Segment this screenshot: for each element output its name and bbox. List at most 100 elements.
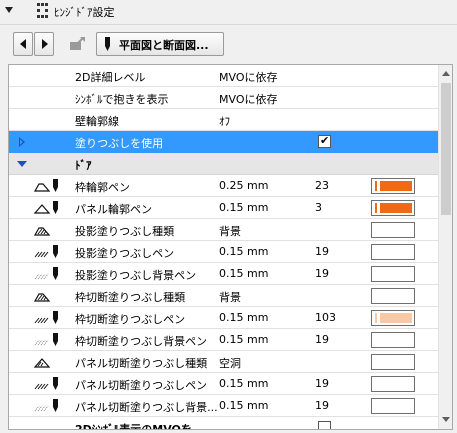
row-value[interactable]: 背景 <box>219 223 241 239</box>
row-value[interactable]: 背景 <box>219 289 241 305</box>
hatch-pen-icon <box>34 245 58 258</box>
hatch-pen-icon <box>34 311 58 324</box>
row-label: 投影塗りつぶし背景ペン <box>75 269 197 282</box>
pen-color-swatch[interactable] <box>371 244 415 260</box>
plan-section-view-label: 平面図と断面図... <box>119 39 209 52</box>
table-row[interactable]: 枠切断塗りつぶし背景ペン 0.15 mm 19 <box>9 329 438 351</box>
row-value: 0.15 mm <box>219 267 269 280</box>
pen-color-swatch[interactable] <box>371 200 415 216</box>
row-value[interactable]: 空洞 <box>219 355 241 371</box>
row-label: パネル切断塗りつぶしペン <box>75 379 208 392</box>
arrow-left-icon <box>20 39 26 49</box>
table-row[interactable]: 枠切断塗りつぶし種類 背景 <box>9 285 438 307</box>
pen-number[interactable]: 19 <box>315 399 329 412</box>
table-row[interactable]: 投影塗りつぶしペン 0.15 mm 19 <box>9 241 438 263</box>
table-row[interactable]: 枠輪郭ペン 0.25 mm 23 <box>9 175 438 197</box>
collapse-triangle-icon[interactable] <box>5 7 13 13</box>
scroll-up-arrow-icon[interactable] <box>442 71 450 76</box>
row-value: 0.15 mm <box>219 333 269 346</box>
hatch-bg-pen-icon <box>34 399 58 412</box>
previous-button[interactable] <box>13 32 33 56</box>
pen-number[interactable]: 19 <box>315 245 329 258</box>
table-row[interactable]: 2Dｼﾝﾎﾞﾙ表示のMVOを <box>9 417 438 430</box>
pen-number[interactable]: 3 <box>315 201 322 214</box>
pen-color-swatch[interactable] <box>371 310 415 326</box>
table-row[interactable]: パネル輪郭ペン 0.15 mm 3 <box>9 197 438 219</box>
row-label: 投影塗りつぶしペン <box>75 247 175 260</box>
pen-icon <box>105 37 110 51</box>
table-row[interactable]: 壁輪郭線 ｵﾌ <box>9 109 438 131</box>
row-label: 枠切断塗りつぶし種類 <box>75 291 186 304</box>
panel-contour-pen-icon <box>33 201 58 214</box>
row-value[interactable]: MVOに依存 <box>219 91 277 107</box>
pen-color-swatch[interactable] <box>371 178 415 194</box>
table-row[interactable]: 投影塗りつぶし種類 背景 <box>9 219 438 241</box>
table-row[interactable]: 枠切断塗りつぶしペン 0.15 mm 103 <box>9 307 438 329</box>
row-label: パネル輪郭ペン <box>75 203 152 216</box>
frame-contour-pen-icon <box>33 179 58 192</box>
row-label: 枠切断塗りつぶしペン <box>75 313 186 326</box>
hatch-bg-pen-icon <box>34 267 58 280</box>
panel-title: ﾋﾝｼﾞﾄﾞｱ設定 <box>54 6 115 19</box>
pen-number[interactable]: 19 <box>315 333 329 346</box>
expand-triangle-inner-icon <box>20 139 23 145</box>
table-row-selected[interactable]: 塗りつぶしを使用 ✔ <box>9 131 438 153</box>
pen-number[interactable]: 19 <box>315 377 329 390</box>
fill-pattern-swatch[interactable] <box>371 288 415 304</box>
row-label: 2Dｼﾝﾎﾞﾙ表示のMVOを <box>75 423 192 430</box>
hatch-type-icon <box>33 293 51 302</box>
pen-color-swatch[interactable] <box>371 376 415 392</box>
collapse-triangle-icon[interactable] <box>17 161 27 167</box>
row-label: 枠輪郭ペン <box>75 181 130 194</box>
row-label: 投影塗りつぶし種類 <box>75 225 175 238</box>
use-fill-checkbox[interactable]: ✔ <box>318 134 331 148</box>
row-label: 2D詳細レベル <box>75 71 146 84</box>
hatch-bg-pen-icon <box>34 333 58 346</box>
row-value[interactable]: MVOに依存 <box>219 69 277 85</box>
table-row[interactable]: ｼﾝﾎﾞﾙで抱きを表示 MVOに依存 <box>9 87 438 109</box>
door-settings-icon <box>37 3 48 18</box>
scroll-down-arrow-icon[interactable] <box>442 417 450 422</box>
pen-number[interactable]: 23 <box>315 179 329 192</box>
scrollbar-thumb[interactable] <box>441 83 451 215</box>
vertical-scrollbar[interactable] <box>438 65 452 429</box>
hatch-pen-icon <box>34 377 58 390</box>
fill-pattern-swatch[interactable] <box>371 354 415 370</box>
row-value: 0.15 mm <box>219 377 269 390</box>
row-label: パネル切断塗りつぶし背景... <box>75 401 218 414</box>
row-label: 枠切断塗りつぶし背景ペン <box>75 335 208 348</box>
table-row[interactable]: 投影塗りつぶし背景ペン 0.15 mm 19 <box>9 263 438 285</box>
header-divider <box>0 24 457 25</box>
pen-color-swatch[interactable] <box>371 266 415 282</box>
toolbar: 平面図と断面図... <box>0 32 457 58</box>
row-value: 0.15 mm <box>219 245 269 258</box>
table-row[interactable]: 2D詳細レベル MVOに依存 <box>9 65 438 87</box>
hatch-type-icon <box>33 358 51 368</box>
arrow-right-icon <box>42 39 48 49</box>
pen-color-swatch[interactable] <box>371 332 415 348</box>
row-label: ｼﾝﾎﾞﾙで抱きを表示 <box>75 93 169 106</box>
row-value: 0.15 mm <box>219 311 269 324</box>
row-value: 0.25 mm <box>219 179 269 192</box>
mvo-checkbox[interactable] <box>318 421 331 429</box>
pen-number[interactable]: 103 <box>315 311 336 324</box>
pen-color-swatch[interactable] <box>371 398 415 414</box>
settings-table: 2D詳細レベル MVOに依存 ｼﾝﾎﾞﾙで抱きを表示 MVOに依存 壁輪郭線 ｵ… <box>8 64 453 430</box>
plan-section-view-button[interactable]: 平面図と断面図... <box>96 32 224 56</box>
row-label: パネル切断塗りつぶし種類 <box>75 357 208 370</box>
pen-number[interactable]: 19 <box>315 267 329 280</box>
table-row[interactable]: パネル切断塗りつぶしペン 0.15 mm 19 <box>9 373 438 395</box>
table-row[interactable]: パネル切断塗りつぶし背景... 0.15 mm 19 <box>9 395 438 417</box>
table-row[interactable]: パネル切断塗りつぶし種類 空洞 <box>9 351 438 373</box>
hatch-type-icon <box>33 227 51 236</box>
panel-header: ﾋﾝｼﾞﾄﾞｱ設定 <box>0 0 457 24</box>
row-value: 0.15 mm <box>219 399 269 412</box>
group-label: ﾄﾞｱ <box>75 159 92 172</box>
next-button[interactable] <box>34 32 54 56</box>
row-value[interactable]: ｵﾌ <box>219 113 230 129</box>
folder-arrow-icon[interactable] <box>67 35 89 53</box>
checkmark-icon: ✔ <box>320 134 330 147</box>
fill-pattern-swatch[interactable] <box>371 222 415 238</box>
row-value: 0.15 mm <box>219 201 269 214</box>
group-header-door[interactable]: ﾄﾞｱ <box>9 153 438 175</box>
